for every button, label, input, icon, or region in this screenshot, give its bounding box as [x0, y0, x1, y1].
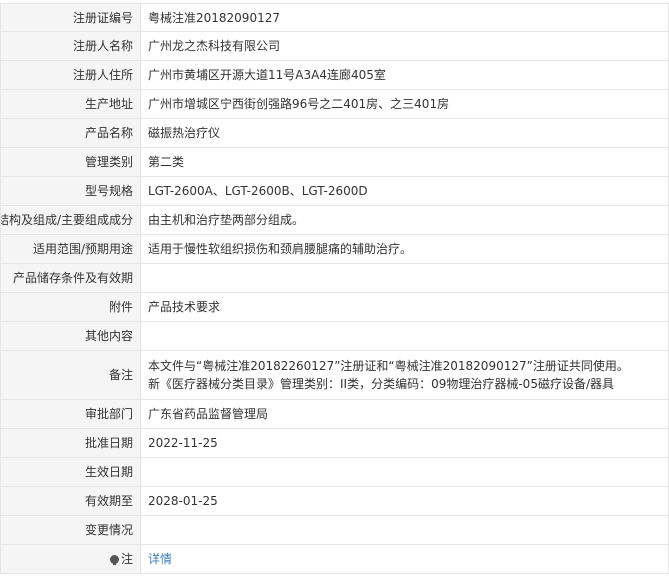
- row-registrant-address: 注册人住所 广州市黄埔区开源大道11号A3A4连廊405室: [0, 60, 669, 90]
- row-attachment: 附件 产品技术要求: [0, 292, 669, 322]
- remarks-line-2: 新《医疗器械分类目录》管理类别：II类，分类编码：09物理治疗器械-05磁疗设备…: [148, 377, 614, 391]
- details-link[interactable]: 详情: [148, 552, 172, 566]
- value-registration-number: 粤械注准20182090127: [140, 3, 669, 32]
- label-management-category: 管理类别: [0, 147, 141, 177]
- value-effective-date: [140, 457, 669, 487]
- label-note: 注: [0, 544, 141, 574]
- row-other-content: 其他内容: [0, 321, 669, 351]
- label-change-history: 变更情况: [0, 515, 141, 545]
- row-product-name: 产品名称 磁振热治疗仪: [0, 118, 669, 148]
- row-approval-date: 批准日期 2022-11-25: [0, 428, 669, 458]
- label-production-address: 生产地址: [0, 89, 141, 119]
- label-other-content: 其他内容: [0, 321, 141, 351]
- value-product-name: 磁振热治疗仪: [140, 118, 669, 148]
- row-approval-department: 审批部门 广东省药品监督管理局: [0, 399, 669, 429]
- label-product-name: 产品名称: [0, 118, 141, 148]
- row-management-category: 管理类别 第二类: [0, 147, 669, 177]
- label-intended-use: 适用范围/预期用途: [0, 234, 141, 264]
- label-approval-department: 审批部门: [0, 399, 141, 429]
- row-note: 注 详情: [0, 544, 669, 574]
- value-other-content: [140, 321, 669, 351]
- value-structure-composition: 由主机和治疗垫两部分组成。: [140, 205, 669, 235]
- row-registration-number: 注册证编号 粤械注准20182090127: [0, 3, 669, 32]
- row-production-address: 生产地址 广州市增城区宁西街创强路96号之二401房、之三401房: [0, 89, 669, 119]
- label-approval-date: 批准日期: [0, 428, 141, 458]
- label-remarks: 备注: [0, 350, 141, 400]
- label-registration-number: 注册证编号: [0, 3, 141, 32]
- label-registrant-address: 注册人住所: [0, 60, 141, 90]
- lightbulb-icon: [109, 555, 119, 565]
- note-label: 注: [120, 552, 133, 566]
- value-approval-date: 2022-11-25: [140, 428, 669, 458]
- value-management-category: 第二类: [140, 147, 669, 177]
- value-note: 详情: [140, 544, 669, 574]
- registration-details-table: 注册证编号 粤械注准20182090127 注册人名称 广州龙之杰科技有限公司 …: [0, 3, 669, 574]
- value-intended-use: 适用于慢性软组织损伤和颈肩腰腿痛的辅助治疗。: [140, 234, 669, 264]
- row-effective-date: 生效日期: [0, 457, 669, 487]
- row-valid-until: 有效期至 2028-01-25: [0, 486, 669, 516]
- value-attachment: 产品技术要求: [140, 292, 669, 322]
- value-valid-until: 2028-01-25: [140, 486, 669, 516]
- remarks-line-1: 本文件与“粤械注准20182260127”注册证和“粤械注准2018209012…: [148, 359, 629, 373]
- label-attachment: 附件: [0, 292, 141, 322]
- value-remarks: 本文件与“粤械注准20182260127”注册证和“粤械注准2018209012…: [140, 350, 669, 400]
- value-model-spec: LGT-2600A、LGT-2600B、LGT-2600D: [140, 176, 669, 206]
- label-registrant-name: 注册人名称: [0, 31, 141, 61]
- value-production-address: 广州市增城区宁西街创强路96号之二401房、之三401房: [140, 89, 669, 119]
- label-model-spec: 型号规格: [0, 176, 141, 206]
- value-change-history: [140, 515, 669, 545]
- row-structure-composition: 结构及组成/主要组成成分 由主机和治疗垫两部分组成。: [0, 205, 669, 235]
- row-remarks: 备注 本文件与“粤械注准20182260127”注册证和“粤械注准2018209…: [0, 350, 669, 400]
- label-effective-date: 生效日期: [0, 457, 141, 487]
- label-structure-composition: 结构及组成/主要组成成分: [0, 205, 141, 235]
- value-registrant-name: 广州龙之杰科技有限公司: [140, 31, 669, 61]
- label-storage-conditions: 产品储存条件及有效期: [0, 263, 141, 293]
- row-change-history: 变更情况: [0, 515, 669, 545]
- value-registrant-address: 广州市黄埔区开源大道11号A3A4连廊405室: [140, 60, 669, 90]
- row-model-spec: 型号规格 LGT-2600A、LGT-2600B、LGT-2600D: [0, 176, 669, 206]
- row-intended-use: 适用范围/预期用途 适用于慢性软组织损伤和颈肩腰腿痛的辅助治疗。: [0, 234, 669, 264]
- value-approval-department: 广东省药品监督管理局: [140, 399, 669, 429]
- value-storage-conditions: [140, 263, 669, 293]
- label-valid-until: 有效期至: [0, 486, 141, 516]
- row-registrant-name: 注册人名称 广州龙之杰科技有限公司: [0, 31, 669, 61]
- row-storage-conditions: 产品储存条件及有效期: [0, 263, 669, 293]
